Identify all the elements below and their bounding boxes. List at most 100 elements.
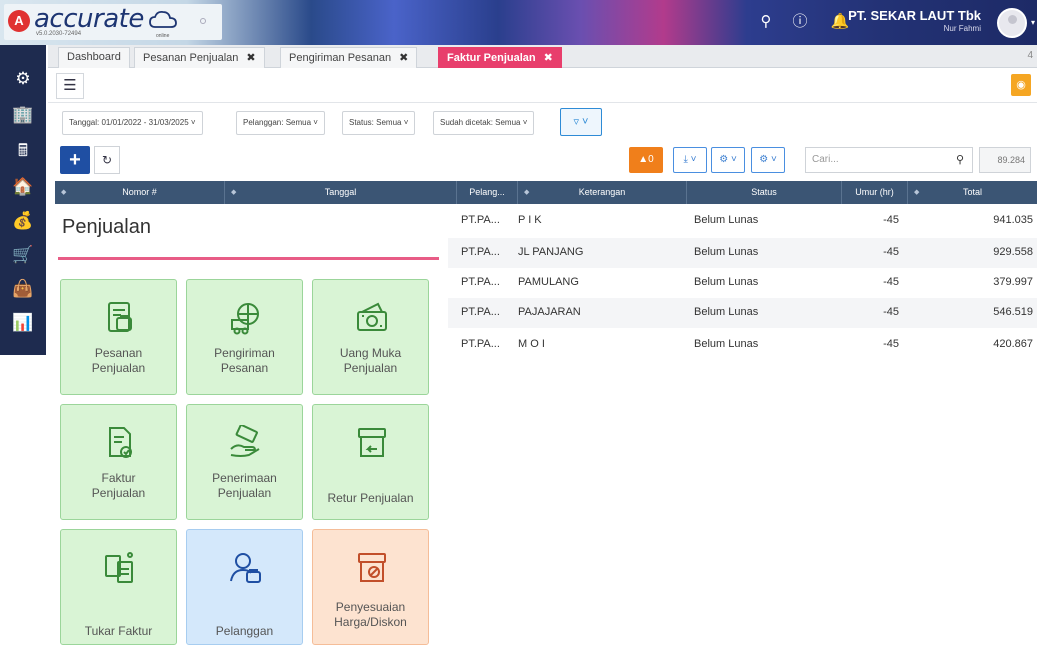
column-total[interactable]: ◆ Total [908, 181, 1037, 204]
tile-label-line1: Uang Muka [339, 346, 402, 360]
table-row[interactable]: PT.PA... JL PANJANG Belum Lunas -45 929.… [448, 238, 1037, 268]
table-row[interactable]: PT.PA... M O I Belum Lunas -45 420.867 [448, 330, 1037, 360]
tab-label: Dashboard [67, 51, 121, 63]
tab-pengiriman-pesanan[interactable]: Pengiriman Pesanan ✖ [280, 47, 418, 68]
company-name: PT. SEKAR LAUT Tbk [848, 8, 981, 23]
cell-pelanggan: PT.PA... [461, 246, 500, 258]
exchange-doc-icon [105, 552, 133, 583]
pig-icon[interactable]: 🏠 [11, 175, 35, 199]
column-tanggal[interactable]: ◆ Tanggal [225, 181, 457, 204]
tile-faktur-penjualan[interactable]: Faktur Penjualan [60, 404, 177, 520]
tile-penerimaan-penjualan[interactable]: Penerimaan Penjualan [186, 404, 303, 520]
company-info[interactable]: PT. SEKAR LAUT Tbk Nur Fahmi [848, 8, 981, 33]
column-label: Keterangan [578, 187, 626, 197]
download-button[interactable]: ⤓ ˅ [673, 147, 707, 173]
cell-status: Belum Lunas [694, 306, 759, 318]
tile-label: Pengiriman Pesanan [191, 346, 298, 376]
tab-pesanan-penjualan[interactable]: Pesanan Penjualan ✖ [134, 47, 265, 68]
cell-pelanggan: PT.PA... [461, 306, 500, 318]
wallet-icon[interactable]: 💰 [11, 209, 35, 233]
filter-funnel-button[interactable]: ▿ ˅ [560, 108, 602, 136]
sort-icon[interactable]: ◆ [231, 181, 236, 204]
tile-penyesuaian-harga[interactable]: Penyesuaian Harga/Diskon [312, 529, 429, 645]
table-row[interactable]: PT.PA... P I K Belum Lunas -45 941.035 [448, 206, 1037, 236]
cash-icon [357, 302, 387, 331]
column-status[interactable]: Status [687, 181, 842, 204]
column-pelanggan[interactable]: Pelang... [457, 181, 518, 204]
building-icon[interactable]: 🏢 [11, 103, 35, 127]
column-nomor[interactable]: ◆ Nomor # [55, 181, 225, 204]
filter-status[interactable]: Status: Semua ˅ [342, 111, 416, 135]
column-label: Status [751, 187, 777, 197]
gear-icon[interactable]: ⚙ [11, 67, 35, 91]
tile-label: Pelanggan [191, 624, 298, 639]
column-umur[interactable]: Umur (hr) [842, 181, 908, 204]
sort-icon[interactable]: ◆ [61, 181, 66, 204]
top-bar: A accurate v5.0.2030-72494 online ⚲ ⓘ 🔔 … [0, 0, 1037, 45]
tab-bar: Dashboard Pesanan Penjualan ✖ Pengiriman … [48, 45, 1037, 68]
tile-label: Uang Muka Penjualan [317, 346, 424, 376]
table-row[interactable]: PT.PA... PAMULANG Belum Lunas -45 379.99… [448, 268, 1037, 298]
column-label: Umur (hr) [855, 187, 894, 197]
tile-pelanggan[interactable]: Pelanggan [186, 529, 303, 645]
cell-total: 941.035 [993, 214, 1033, 226]
settings-dropdown-button[interactable]: ⚙ ˅ [711, 147, 745, 173]
tile-retur-penjualan[interactable]: Retur Penjualan [312, 404, 429, 520]
list-view-button[interactable]: ☰ [56, 73, 84, 99]
filter-customer[interactable]: Pelanggan: Semua ˅ [236, 111, 325, 135]
lightbulb-icon[interactable]: ◉ [1011, 74, 1031, 96]
top-toolbar: ☰ ◉ [48, 68, 1037, 103]
tile-pengiriman-pesanan[interactable]: Pengiriman Pesanan [186, 279, 303, 395]
app-logo[interactable]: A accurate v5.0.2030-72494 online [4, 4, 222, 40]
close-icon[interactable]: ✖ [399, 52, 408, 64]
cell-status: Belum Lunas [694, 214, 759, 226]
tile-pesanan-penjualan[interactable]: Pesanan Penjualan [60, 279, 177, 395]
tile-label-line1: Retur Penjualan [327, 491, 414, 505]
report-icon[interactable]: 📊 [11, 311, 35, 335]
tab-label: Faktur Penjualan [447, 52, 536, 64]
table-row[interactable]: PT.PA... PAJAJARAN Belum Lunas -45 546.5… [448, 298, 1037, 328]
help-icon[interactable]: ⓘ [786, 8, 814, 36]
basket-icon[interactable]: 👜 [11, 277, 35, 301]
tab-label: Pengiriman Pesanan [289, 52, 392, 64]
tab-label: Pesanan Penjualan [143, 52, 239, 64]
tile-tukar-faktur[interactable]: Tukar Faktur [60, 529, 177, 645]
chevron-down-icon[interactable]: ▾ [1031, 18, 1035, 27]
orange-badge-button[interactable]: ▲0 [629, 147, 663, 173]
tab-faktur-penjualan[interactable]: Faktur Penjualan ✖ [438, 47, 562, 68]
calculator-icon[interactable]: 🖩 [11, 139, 35, 163]
cell-keterangan: PAJAJARAN [518, 306, 581, 318]
search-icon[interactable]: ⚲ [752, 8, 780, 36]
tile-uang-muka-penjualan[interactable]: Uang Muka Penjualan [312, 279, 429, 395]
cart-icon[interactable]: 🛒 [11, 243, 35, 267]
refresh-button[interactable]: ↻ [94, 146, 120, 174]
panel-divider [58, 257, 439, 260]
cell-keterangan: M O I [518, 338, 545, 350]
column-keterangan[interactable]: ◆ Keterangan [518, 181, 687, 204]
tile-label-line1: Penyesuaian [335, 600, 406, 614]
panel-title: Penjualan [62, 216, 151, 238]
tab-dashboard[interactable]: Dashboard [58, 47, 130, 68]
table-header: ◆ Nomor # ◆ Tanggal Pelang... ◆ Keterangan … [55, 181, 1037, 204]
sort-icon[interactable]: ◆ [524, 181, 529, 204]
close-icon[interactable]: ✖ [246, 52, 255, 64]
search-input[interactable]: Cari... ⚲ [805, 147, 973, 173]
customer-icon [230, 553, 261, 583]
cell-umur: -45 [883, 306, 899, 318]
total-count: 89.284 [979, 147, 1031, 173]
gear-dropdown-button[interactable]: ⚙ ˅ [751, 147, 785, 173]
close-icon[interactable]: ✖ [544, 52, 553, 64]
tile-label-line1: Pengiriman [214, 346, 275, 360]
cell-pelanggan: PT.PA... [461, 214, 500, 226]
search-placeholder: Cari... [812, 154, 839, 165]
tile-label-line2: Pesanan [220, 361, 269, 375]
cell-umur: -45 [883, 338, 899, 350]
column-label: Total [962, 187, 982, 197]
filter-date[interactable]: Tanggal: 01/01/2022 - 31/03/2025 ˅ [62, 111, 203, 135]
tile-label: Penyesuaian Harga/Diskon [317, 600, 424, 630]
sort-icon[interactable]: ◆ [914, 181, 919, 204]
filter-printed[interactable]: Sudah dicetak: Semua ˅ [433, 111, 535, 135]
add-button[interactable]: + [60, 146, 90, 174]
search-icon[interactable]: ⚲ [956, 148, 964, 172]
avatar[interactable] [997, 8, 1027, 38]
